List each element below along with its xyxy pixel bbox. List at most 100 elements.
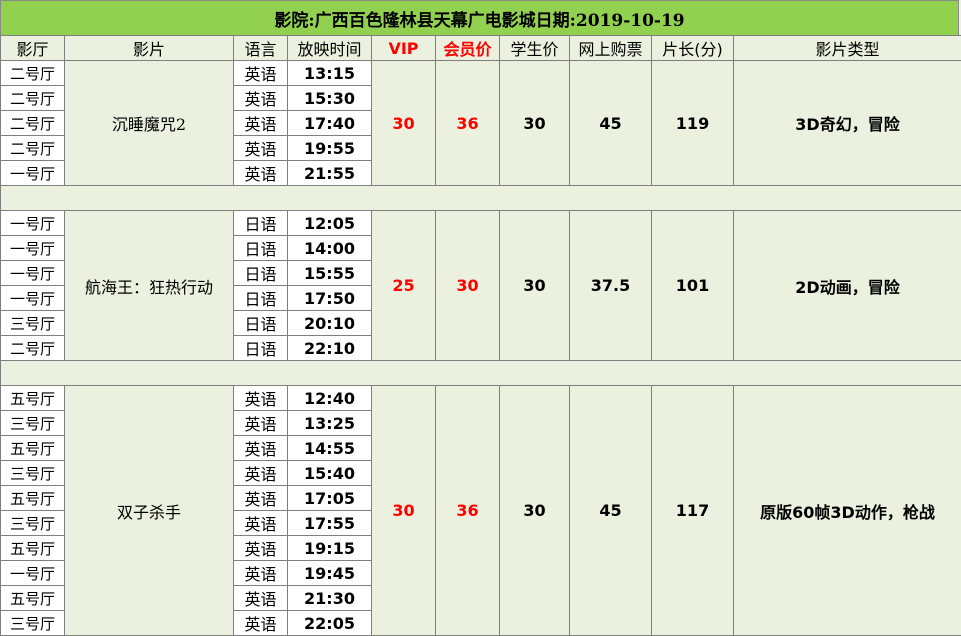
showtime-cell: 15:40 (288, 461, 372, 486)
header-genre: 影片类型 (734, 36, 961, 61)
showtime-cell: 15:30 (288, 86, 372, 111)
language-cell: 英语 (234, 511, 288, 536)
showtime-row: 二号厅沉睡魔咒2英语13:15303630451193D奇幻，冒险 (1, 61, 961, 86)
member-price: 30 (436, 211, 500, 361)
showtime-cell: 17:55 (288, 511, 372, 536)
separator-cell (1, 186, 961, 211)
showtime-cell: 14:55 (288, 436, 372, 461)
member-price: 36 (436, 386, 500, 636)
header-time: 放映时间 (288, 36, 372, 61)
film-title: 航海王：狂热行动 (65, 211, 234, 361)
language-cell: 英语 (234, 486, 288, 511)
showtime-cell: 17:40 (288, 111, 372, 136)
separator-cell (1, 361, 961, 386)
showtime-cell: 19:15 (288, 536, 372, 561)
film-length: 119 (652, 61, 734, 186)
language-cell: 日语 (234, 286, 288, 311)
member-price: 36 (436, 61, 500, 186)
hall-cell: 一号厅 (1, 211, 65, 236)
hall-cell: 五号厅 (1, 386, 65, 411)
language-cell: 英语 (234, 386, 288, 411)
hall-cell: 一号厅 (1, 236, 65, 261)
header-student-price: 学生价 (500, 36, 570, 61)
language-cell: 日语 (234, 311, 288, 336)
header-lang: 语言 (234, 36, 288, 61)
showtime-cell: 20:10 (288, 311, 372, 336)
hall-cell: 一号厅 (1, 261, 65, 286)
language-cell: 日语 (234, 336, 288, 361)
showtime-cell: 15:55 (288, 261, 372, 286)
schedule-table: 影厅 影片 语言 放映时间 VIP 会员价 学生价 网上购票 片长(分) 影片类… (0, 35, 961, 636)
hall-cell: 二号厅 (1, 111, 65, 136)
separator-row (1, 361, 961, 386)
sheet-title: 影院:广西百色隆林县天幕广电影城日期:2019-10-19 (0, 0, 959, 36)
separator-row (1, 186, 961, 211)
showtime-cell: 17:50 (288, 286, 372, 311)
showtime-cell: 17:05 (288, 486, 372, 511)
hall-cell: 五号厅 (1, 536, 65, 561)
hall-cell: 二号厅 (1, 136, 65, 161)
language-cell: 日语 (234, 236, 288, 261)
language-cell: 日语 (234, 211, 288, 236)
language-cell: 英语 (234, 586, 288, 611)
header-vip: VIP (372, 36, 436, 61)
student-price: 30 (500, 386, 570, 636)
hall-cell: 五号厅 (1, 486, 65, 511)
header-length: 片长(分) (652, 36, 734, 61)
header-hall: 影厅 (1, 36, 65, 61)
showtime-cell: 12:40 (288, 386, 372, 411)
hall-cell: 二号厅 (1, 61, 65, 86)
language-cell: 英语 (234, 436, 288, 461)
film-title: 双子杀手 (65, 386, 234, 636)
language-cell: 英语 (234, 136, 288, 161)
student-price: 30 (500, 211, 570, 361)
hall-cell: 二号厅 (1, 86, 65, 111)
vip-price: 30 (372, 386, 436, 636)
language-cell: 英语 (234, 536, 288, 561)
showtime-cell: 21:30 (288, 586, 372, 611)
schedule-sheet: 影院:广西百色隆林县天幕广电影城日期:2019-10-19 影厅 影片 语言 放… (0, 0, 961, 632)
vip-price: 25 (372, 211, 436, 361)
film-length: 101 (652, 211, 734, 361)
showtime-cell: 21:55 (288, 161, 372, 186)
hall-cell: 一号厅 (1, 561, 65, 586)
showtime-cell: 13:25 (288, 411, 372, 436)
hall-cell: 三号厅 (1, 411, 65, 436)
film-genre: 原版60帧3D动作，枪战 (734, 386, 961, 636)
header-film: 影片 (65, 36, 234, 61)
showtime-cell: 14:00 (288, 236, 372, 261)
language-cell: 英语 (234, 61, 288, 86)
header-online-price: 网上购票 (570, 36, 652, 61)
online-price: 45 (570, 61, 652, 186)
showtime-cell: 19:45 (288, 561, 372, 586)
language-cell: 英语 (234, 161, 288, 186)
online-price: 45 (570, 386, 652, 636)
language-cell: 英语 (234, 461, 288, 486)
header-member-price: 会员价 (436, 36, 500, 61)
showtime-row: 一号厅航海王：狂热行动日语12:0525303037.51012D动画，冒险 (1, 211, 961, 236)
hall-cell: 三号厅 (1, 311, 65, 336)
hall-cell: 二号厅 (1, 336, 65, 361)
hall-cell: 五号厅 (1, 586, 65, 611)
showtime-cell: 12:05 (288, 211, 372, 236)
language-cell: 日语 (234, 261, 288, 286)
showtime-cell: 22:10 (288, 336, 372, 361)
student-price: 30 (500, 61, 570, 186)
online-price: 37.5 (570, 211, 652, 361)
language-cell: 英语 (234, 411, 288, 436)
header-row: 影厅 影片 语言 放映时间 VIP 会员价 学生价 网上购票 片长(分) 影片类… (1, 36, 961, 61)
hall-cell: 三号厅 (1, 511, 65, 536)
film-title: 沉睡魔咒2 (65, 61, 234, 186)
hall-cell: 一号厅 (1, 161, 65, 186)
film-genre: 3D奇幻，冒险 (734, 61, 961, 186)
showtime-cell: 19:55 (288, 136, 372, 161)
language-cell: 英语 (234, 86, 288, 111)
film-length: 117 (652, 386, 734, 636)
language-cell: 英语 (234, 111, 288, 136)
hall-cell: 三号厅 (1, 461, 65, 486)
showtime-cell: 13:15 (288, 61, 372, 86)
showtime-row: 五号厅双子杀手英语12:4030363045117原版60帧3D动作，枪战 (1, 386, 961, 411)
hall-cell: 五号厅 (1, 436, 65, 461)
vip-price: 30 (372, 61, 436, 186)
hall-cell: 一号厅 (1, 286, 65, 311)
